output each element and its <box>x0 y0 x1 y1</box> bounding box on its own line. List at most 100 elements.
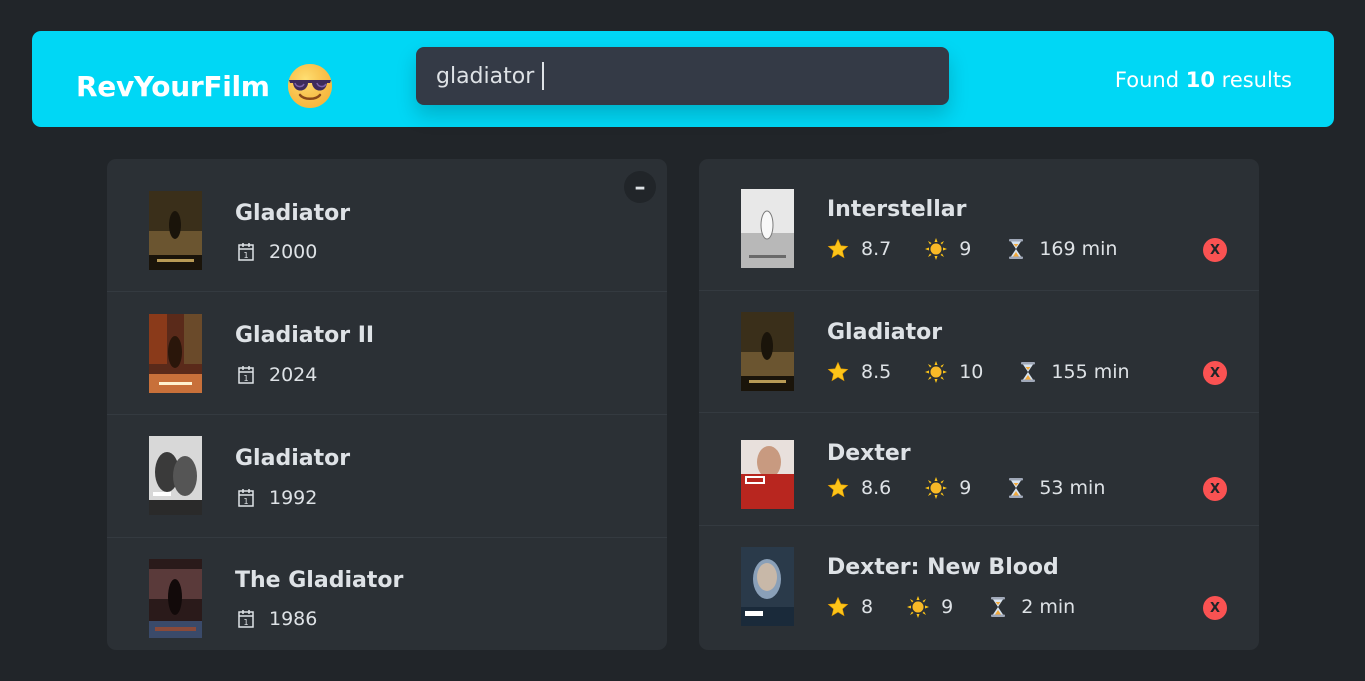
runtime-value: 169 min <box>1039 238 1118 260</box>
sun-icon <box>907 596 930 618</box>
movie-title: Gladiator <box>235 201 351 226</box>
hourglass-icon <box>1009 239 1024 259</box>
search-results-list: Gladiator 1 2000 Gladiator II 1 2024 Gla… <box>107 159 667 650</box>
results-suffix: results <box>1221 68 1292 92</box>
svg-text:1: 1 <box>243 374 248 383</box>
movie-title: Interstellar <box>827 197 967 222</box>
calendar-icon: 1 <box>238 610 254 628</box>
runtime: 2 min <box>987 596 1075 618</box>
sun-icon <box>925 361 948 383</box>
user-rating: 9 <box>925 238 971 260</box>
movie-year-value: 1986 <box>269 608 318 630</box>
calendar-icon: 1 <box>238 243 254 261</box>
delete-button[interactable]: X <box>1203 238 1227 262</box>
star-icon <box>827 477 849 498</box>
collapse-toggle-button[interactable]: – <box>624 171 656 203</box>
logo-text: RevYourFilm <box>76 69 270 103</box>
watched-movie-item: Interstellar 8.7 9 169 min X <box>699 159 1259 291</box>
movie-title: Dexter <box>827 441 911 466</box>
delete-button[interactable]: X <box>1203 361 1227 385</box>
movie-year-value: 2000 <box>269 241 318 263</box>
movie-year: 1 1992 <box>235 487 317 509</box>
imdb-rating: 8.7 <box>827 238 891 260</box>
runtime-value: 2 min <box>1021 596 1076 618</box>
user-rating-value: 9 <box>941 596 954 618</box>
movie-title: Gladiator <box>827 320 943 345</box>
movie-poster <box>149 436 202 515</box>
movie-stats: 8 9 2 min <box>827 596 1109 618</box>
user-rating-value: 9 <box>959 238 972 260</box>
movie-title: Dexter: New Blood <box>827 555 1059 580</box>
imdb-rating-value: 8.7 <box>861 238 892 260</box>
hourglass-icon <box>991 597 1006 617</box>
movie-stats: 8.6 9 53 min <box>827 477 1139 499</box>
movie-poster <box>741 440 794 509</box>
sunglasses-emoji-icon <box>287 64 332 108</box>
movie-list-item[interactable]: Gladiator 1 2000 <box>107 159 667 292</box>
watched-movies-list: Interstellar 8.7 9 169 min X Gladiator 8… <box>699 159 1259 650</box>
movie-poster <box>741 547 794 626</box>
user-rating: 10 <box>925 361 983 383</box>
watched-movies-panel: Interstellar 8.7 9 169 min X Gladiator 8… <box>699 159 1259 650</box>
calendar-icon: 1 <box>238 366 254 384</box>
results-count-number: 10 <box>1185 68 1215 92</box>
svg-text:1: 1 <box>243 497 248 506</box>
hourglass-icon <box>1021 362 1036 382</box>
results-prefix: Found <box>1114 68 1180 92</box>
delete-button[interactable]: X <box>1203 477 1227 501</box>
movie-title: Gladiator <box>235 446 351 471</box>
imdb-rating: 8.6 <box>827 477 891 499</box>
movie-list-item[interactable]: Gladiator 1 1992 <box>107 415 667 538</box>
navbar: RevYourFilm gladiator Found 10 results <box>32 31 1334 127</box>
results-count: Found 10 results <box>1115 68 1292 92</box>
movie-poster <box>741 189 794 268</box>
movie-list-item[interactable]: The Gladiator 1 1986 <box>107 538 667 650</box>
runtime-value: 53 min <box>1039 477 1106 499</box>
movie-poster <box>149 314 202 393</box>
sun-icon <box>925 238 948 260</box>
user-rating-value: 10 <box>959 361 984 383</box>
watched-movie-item: Dexter 8.6 9 53 min X <box>699 413 1259 526</box>
runtime: 155 min <box>1017 361 1130 383</box>
movie-poster <box>741 312 794 391</box>
star-icon <box>827 238 849 259</box>
text-caret <box>542 62 544 90</box>
runtime-value: 155 min <box>1051 361 1130 383</box>
imdb-rating: 8 <box>827 596 873 618</box>
movie-list-item[interactable]: Gladiator II 1 2024 <box>107 292 667 415</box>
movie-poster <box>149 559 202 638</box>
runtime: 53 min <box>1005 477 1105 499</box>
svg-text:1: 1 <box>243 251 248 260</box>
movie-year: 1 1986 <box>235 608 317 630</box>
watched-movie-item: Gladiator 8.5 10 155 min X <box>699 291 1259 413</box>
watched-movie-item: Dexter: New Blood 8 9 2 min X <box>699 526 1259 650</box>
delete-button[interactable]: X <box>1203 596 1227 620</box>
movie-stats: 8.5 10 155 min <box>827 361 1164 383</box>
movie-poster <box>149 191 202 270</box>
search-input-value: gladiator <box>436 63 535 89</box>
movie-title: The Gladiator <box>235 568 404 593</box>
runtime: 169 min <box>1005 238 1117 260</box>
search-results-panel: – Gladiator 1 2000 Gladiator II 1 2024 G… <box>107 159 667 650</box>
movie-year: 1 2024 <box>235 364 317 386</box>
movie-stats: 8.7 9 169 min <box>827 238 1151 260</box>
movie-title: Gladiator II <box>235 323 375 348</box>
movie-year-value: 2024 <box>269 364 318 386</box>
search-input[interactable]: gladiator <box>416 47 949 105</box>
user-rating-value: 9 <box>959 477 972 499</box>
movie-year: 1 2000 <box>235 241 317 263</box>
imdb-rating-value: 8.5 <box>861 361 892 383</box>
imdb-rating: 8.5 <box>827 361 891 383</box>
movie-year-value: 1992 <box>269 487 318 509</box>
star-icon <box>827 361 849 382</box>
user-rating: 9 <box>925 477 971 499</box>
star-icon <box>827 596 849 617</box>
logo: RevYourFilm <box>76 62 334 110</box>
svg-text:1: 1 <box>243 618 248 627</box>
hourglass-icon <box>1009 478 1024 498</box>
sun-icon <box>925 477 948 499</box>
calendar-icon: 1 <box>238 489 254 507</box>
imdb-rating-value: 8.6 <box>861 477 892 499</box>
user-rating: 9 <box>907 596 953 618</box>
imdb-rating-value: 8 <box>861 596 874 618</box>
